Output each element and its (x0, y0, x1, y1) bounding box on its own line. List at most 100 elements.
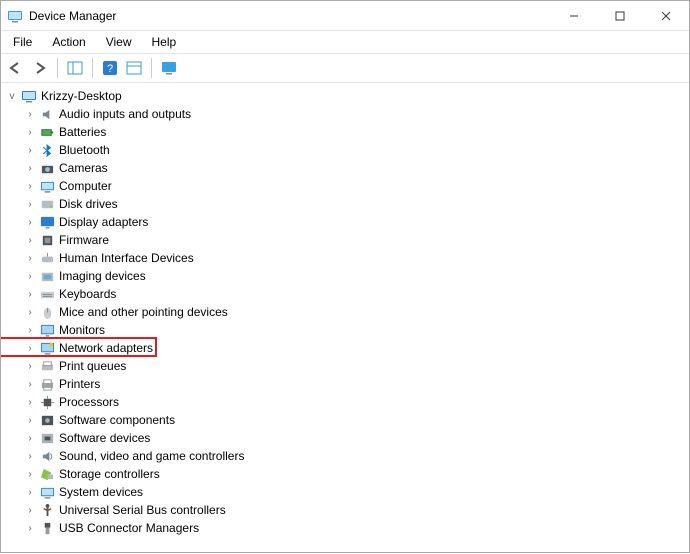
tree-item[interactable]: › Network adapters (1, 339, 689, 357)
tree-item-label: Disk drives (59, 197, 118, 211)
tree-item[interactable]: › USB Connector Managers (1, 519, 689, 537)
chevron-right-icon[interactable]: › (23, 127, 37, 138)
toolbar-separator (92, 58, 93, 78)
toolbar-back-button[interactable] (5, 57, 27, 79)
tree-item[interactable]: › Universal Serial Bus controllers (1, 501, 689, 519)
tree-item[interactable]: › Mice and other pointing devices (1, 303, 689, 321)
chevron-right-icon[interactable]: › (23, 181, 37, 192)
tree-item-label: Network adapters (59, 341, 153, 355)
chevron-right-icon[interactable]: › (23, 487, 37, 498)
chevron-right-icon[interactable]: › (23, 451, 37, 462)
toolbar-forward-button[interactable] (29, 57, 51, 79)
tree-item-label: Keyboards (59, 287, 116, 301)
tree-root-node[interactable]: v Krizzy-Desktop (1, 87, 689, 105)
maximize-button[interactable] (597, 1, 643, 31)
tree-item[interactable]: › Batteries (1, 123, 689, 141)
chevron-right-icon[interactable]: › (23, 415, 37, 426)
tree-item-label: Display adapters (59, 215, 148, 229)
usbconn-icon (39, 520, 55, 536)
chevron-right-icon[interactable]: › (23, 199, 37, 210)
chevron-right-icon[interactable]: › (23, 361, 37, 372)
svg-text:?: ? (107, 63, 113, 75)
tree-item-label: USB Connector Managers (59, 521, 199, 535)
tree-item-label: Processors (59, 395, 119, 409)
mouse-icon (39, 304, 55, 320)
tree-item[interactable]: › Cameras (1, 159, 689, 177)
tree-item[interactable]: › Processors (1, 393, 689, 411)
tree-item[interactable]: › Monitors (1, 321, 689, 339)
close-button[interactable] (643, 1, 689, 31)
tree-item[interactable]: › Storage controllers (1, 465, 689, 483)
chevron-right-icon[interactable]: › (23, 505, 37, 516)
device-tree[interactable]: v Krizzy-Desktop › Audio inputs and outp… (1, 83, 689, 554)
tree-item-label: Mice and other pointing devices (59, 305, 228, 319)
chevron-right-icon[interactable]: › (23, 145, 37, 156)
tree-item[interactable]: › Imaging devices (1, 267, 689, 285)
bluetooth-icon (39, 142, 55, 158)
tree-item-label: Bluetooth (59, 143, 110, 157)
tree-item[interactable]: › Software devices (1, 429, 689, 447)
tree-item[interactable]: › System devices (1, 483, 689, 501)
chevron-right-icon[interactable]: › (23, 433, 37, 444)
chevron-right-icon[interactable]: › (23, 343, 37, 354)
menu-action[interactable]: Action (44, 33, 93, 51)
app-icon (7, 8, 23, 24)
tree-item[interactable]: › Sound, video and game controllers (1, 447, 689, 465)
menu-file[interactable]: File (5, 33, 40, 51)
chevron-right-icon[interactable]: › (23, 379, 37, 390)
tree-item-label: Software devices (59, 431, 150, 445)
titlebar: Device Manager (1, 1, 689, 31)
cpu-icon (39, 394, 55, 410)
tree-item[interactable]: › Disk drives (1, 195, 689, 213)
disk-icon (39, 196, 55, 212)
toolbar-help-button[interactable]: ? (99, 57, 121, 79)
chevron-right-icon[interactable]: › (23, 163, 37, 174)
chevron-right-icon[interactable]: › (23, 253, 37, 264)
chevron-right-icon[interactable]: › (23, 271, 37, 282)
tree-item-label: Universal Serial Bus controllers (59, 503, 226, 517)
toolbar-separator (57, 58, 58, 78)
tree-item[interactable]: › Display adapters (1, 213, 689, 231)
tree-item[interactable]: › Software components (1, 411, 689, 429)
display-icon (39, 214, 55, 230)
menu-help[interactable]: Help (144, 33, 185, 51)
chevron-right-icon[interactable]: › (23, 397, 37, 408)
minimize-button[interactable] (551, 1, 597, 31)
tree-item-label: Printers (59, 377, 100, 391)
toolbar: ? (1, 54, 689, 83)
tree-item[interactable]: › Keyboards (1, 285, 689, 303)
chevron-right-icon[interactable]: › (23, 109, 37, 120)
tree-children: › Audio inputs and outputs › Batteries ›… (1, 105, 689, 537)
tree-item[interactable]: › Printers (1, 375, 689, 393)
chevron-right-icon[interactable]: › (23, 469, 37, 480)
chevron-right-icon[interactable]: › (23, 523, 37, 534)
toolbar-devices-button[interactable] (158, 57, 180, 79)
tree-item-label: Computer (59, 179, 112, 193)
usb-icon (39, 502, 55, 518)
root-label: Krizzy-Desktop (41, 89, 122, 103)
tree-item[interactable]: › Print queues (1, 357, 689, 375)
window-controls (551, 1, 689, 31)
tree-item-label: Audio inputs and outputs (59, 107, 191, 121)
chevron-right-icon[interactable]: › (23, 235, 37, 246)
storage-icon (39, 466, 55, 482)
tree-item[interactable]: › Bluetooth (1, 141, 689, 159)
hid-icon (39, 250, 55, 266)
chevron-right-icon[interactable]: › (23, 289, 37, 300)
menu-view[interactable]: View (98, 33, 140, 51)
tree-item[interactable]: › Computer (1, 177, 689, 195)
chevron-right-icon[interactable]: › (23, 307, 37, 318)
chevron-right-icon[interactable]: › (23, 325, 37, 336)
monitor-icon (39, 322, 55, 338)
tree-item[interactable]: › Audio inputs and outputs (1, 105, 689, 123)
toolbar-separator (151, 58, 152, 78)
tree-item[interactable]: › Human Interface Devices (1, 249, 689, 267)
printqueue-icon (39, 358, 55, 374)
chevron-right-icon[interactable]: › (23, 217, 37, 228)
toolbar-tree-button[interactable] (64, 57, 86, 79)
toolbar-properties-button[interactable] (123, 57, 145, 79)
chevron-down-icon[interactable]: v (5, 91, 19, 102)
swdev-icon (39, 430, 55, 446)
tree-item[interactable]: › Firmware (1, 231, 689, 249)
firmware-icon (39, 232, 55, 248)
